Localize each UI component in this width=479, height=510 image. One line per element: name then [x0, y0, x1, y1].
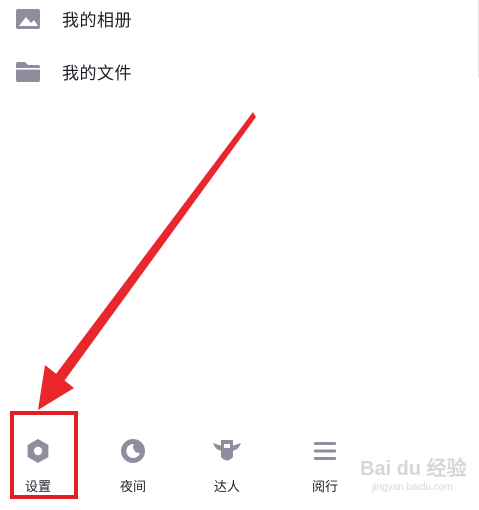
list-lines-icon [310, 436, 340, 466]
tab-label: 达人 [213, 480, 240, 495]
winged-badge-icon [212, 436, 242, 466]
tab-label: 夜间 [119, 480, 146, 495]
watermark-url: jingyan.baidu.com [372, 482, 453, 493]
tab-read[interactable]: 阅行 [295, 436, 355, 495]
tab-label: 阅行 [311, 480, 338, 495]
moon-icon [118, 436, 148, 466]
highlight-box [10, 411, 78, 499]
watermark-text: Bai du 经验 [360, 458, 467, 480]
tab-expert[interactable]: 达人 [197, 436, 257, 495]
baidu-watermark: Bai du 经验 jingyan.baidu.com [360, 452, 470, 500]
tab-night[interactable]: 夜间 [103, 436, 163, 495]
